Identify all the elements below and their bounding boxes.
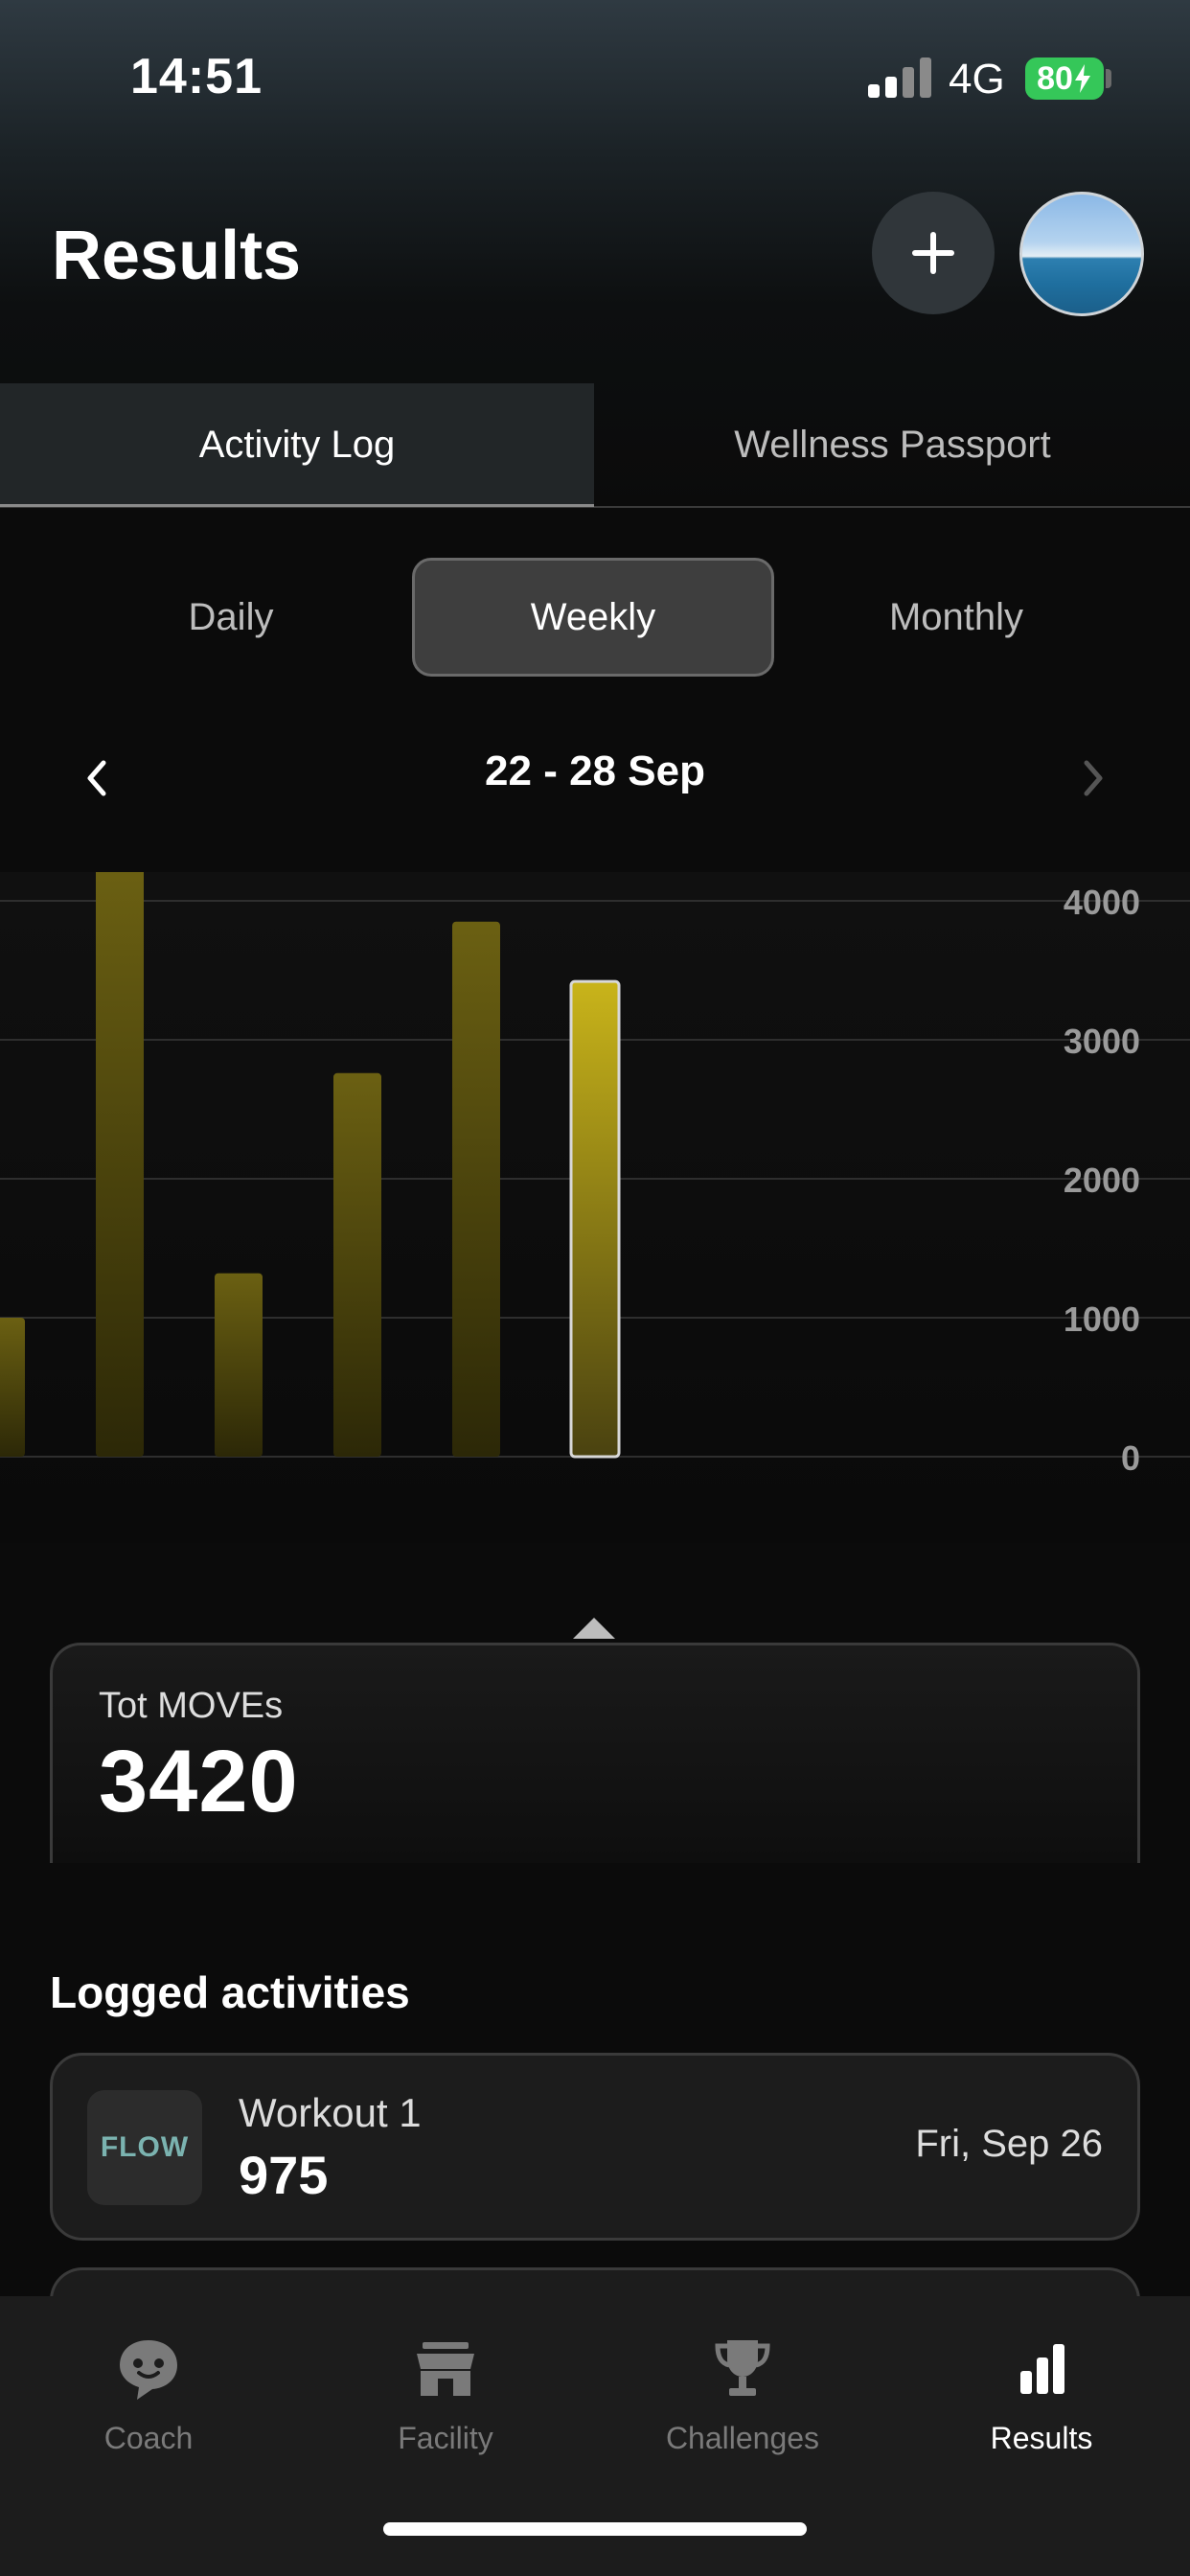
home-indicator xyxy=(383,2522,807,2536)
y-tick-label: 1000 xyxy=(1064,1300,1140,1339)
summary-value: 3420 xyxy=(99,1733,299,1830)
flow-logo-icon: FLOW xyxy=(87,2090,202,2205)
status-time: 14:51 xyxy=(130,49,263,104)
chart-bar[interactable] xyxy=(452,921,500,1457)
logged-activities-title: Logged activities xyxy=(50,1967,410,2017)
chart-svg: 4000 3000 2000 1000 0 xyxy=(0,872,1190,1478)
chat-bubble-icon xyxy=(120,2340,177,2400)
next-week-button[interactable] xyxy=(1064,749,1121,807)
selection-caret xyxy=(573,1618,615,1639)
nav-label-facility: Facility xyxy=(398,2421,493,2455)
chart-bar[interactable] xyxy=(0,1318,25,1457)
network-type: 4G xyxy=(949,56,1005,103)
activity-date: Fri, Sep 26 xyxy=(915,2123,1103,2165)
bar-chart-icon xyxy=(1020,2344,1064,2394)
signal-icon xyxy=(868,58,931,98)
activity-value: 975 xyxy=(239,2145,329,2205)
page-title: Results xyxy=(52,218,302,294)
nav-challenges[interactable]: Challenges xyxy=(594,2334,891,2488)
charging-bolt-icon xyxy=(1074,64,1090,93)
weekly-moves-chart: 4000 3000 2000 1000 0 xyxy=(0,872,1190,1543)
chart-bar[interactable] xyxy=(96,872,144,1457)
trophy-icon xyxy=(715,2340,770,2396)
battery-level: 80 xyxy=(1037,59,1073,97)
nav-label-coach: Coach xyxy=(103,2421,194,2455)
tab-wellness-passport[interactable]: Wellness Passport xyxy=(595,383,1190,506)
tab-active-indicator xyxy=(0,504,594,507)
period-weekly[interactable]: Weekly xyxy=(412,558,774,677)
nav-label-challenges: Challenges xyxy=(665,2421,820,2455)
nav-label-results: Results xyxy=(990,2421,1093,2455)
chart-bar[interactable] xyxy=(333,1072,381,1457)
summary-label: Tot MOVEs xyxy=(99,1686,284,1726)
nav-coach[interactable]: Coach xyxy=(0,2334,297,2488)
period-daily[interactable]: Daily xyxy=(50,558,412,677)
add-button[interactable] xyxy=(872,192,995,314)
storefront-icon xyxy=(417,2342,474,2396)
battery-icon: 80 xyxy=(1025,58,1104,100)
y-tick-label: 4000 xyxy=(1064,883,1140,922)
y-tick-label: 3000 xyxy=(1064,1022,1140,1061)
y-tick-label: 2000 xyxy=(1064,1161,1140,1200)
plus-icon xyxy=(912,232,954,274)
battery-cap xyxy=(1106,69,1111,88)
period-monthly[interactable]: Monthly xyxy=(774,558,1138,677)
chevron-right-icon xyxy=(1084,760,1103,796)
avatar[interactable] xyxy=(1019,192,1144,316)
activity-name: Workout 1 xyxy=(239,2090,422,2135)
activity-card[interactable]: FLOW Workout 1 975 Fri, Sep 26 xyxy=(50,2053,1140,2241)
nav-results[interactable]: Results xyxy=(893,2334,1190,2488)
summary-card: Tot MOVEs 3420 xyxy=(50,1643,1140,1863)
chart-bar-selected[interactable] xyxy=(569,979,621,1459)
chart-bar[interactable] xyxy=(215,1273,263,1457)
tab-bar: Activity Log Wellness Passport xyxy=(0,383,1190,508)
nav-facility[interactable]: Facility xyxy=(297,2334,594,2488)
y-tick-label: 0 xyxy=(1121,1438,1140,1478)
header: 14:51 4G 80 Results Activity Log Wellnes… xyxy=(0,0,1190,508)
tab-activity-log[interactable]: Activity Log xyxy=(0,383,594,506)
date-range-label: 22 - 28 Sep xyxy=(485,748,705,794)
